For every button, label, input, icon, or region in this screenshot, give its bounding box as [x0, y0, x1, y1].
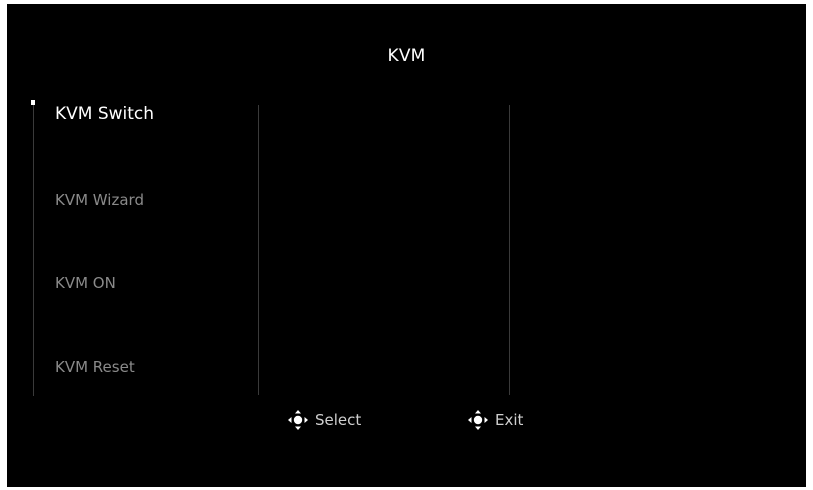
menu-item-kvm-reset[interactable]: KVM Reset: [55, 358, 135, 376]
menu-column-divider-middle: [258, 105, 259, 395]
exit-hint: Exit: [467, 409, 523, 431]
page-title: KVM: [387, 46, 426, 66]
menu-item-kvm-switch[interactable]: KVM Switch: [55, 104, 154, 124]
joystick-directional-icon: [468, 410, 488, 430]
osd-menu-panel: KVM KVM Switch KVM Wizard KVM ON KVM Res…: [7, 4, 806, 487]
exit-hint-label: Exit: [495, 411, 524, 429]
menu-column-divider-left: [33, 104, 34, 396]
menu-column-divider-right: [509, 105, 510, 395]
selection-cursor: [31, 100, 35, 105]
select-hint: Select: [287, 409, 361, 431]
menu-item-kvm-wizard[interactable]: KVM Wizard: [55, 191, 144, 209]
select-hint-label: Select: [315, 411, 362, 429]
menu-item-kvm-on[interactable]: KVM ON: [55, 274, 116, 292]
joystick-directional-icon: [288, 410, 308, 430]
